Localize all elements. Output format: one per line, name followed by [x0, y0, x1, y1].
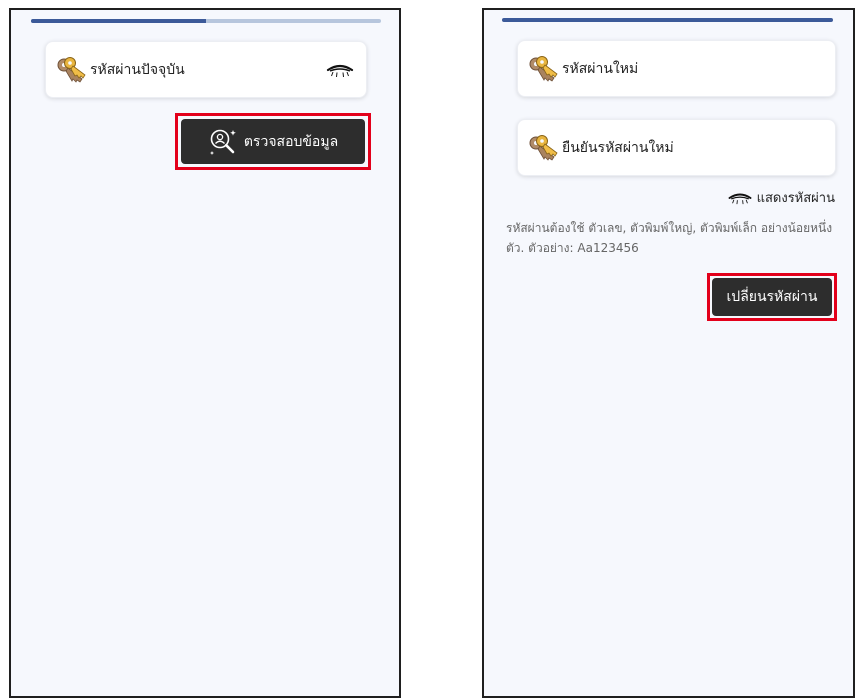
verify-button-label: ตรวจสอบข้อมูล [243, 133, 339, 150]
keys-icon [57, 56, 86, 82]
confirm-password-field[interactable]: ยืนยันรหัสผ่านใหม่ [517, 119, 836, 176]
keys-icon [529, 55, 558, 81]
closed-eye-icon [728, 193, 752, 205]
change-password-screen: รหัสผ่านใหม่ ยืนยันรหัสผ่านใหม่ แสดงรหัส… [482, 8, 855, 698]
verify-button[interactable]: ตรวจสอบข้อมูล [181, 119, 365, 164]
verify-screen: รหัสผ่านปัจจุบัน ตรวจสอบข้อมูล [9, 8, 401, 698]
new-password-label: รหัสผ่านใหม่ [562, 60, 639, 77]
current-password-field[interactable]: รหัสผ่านปัจจุบัน [45, 41, 367, 98]
step-progress-bar [502, 18, 833, 22]
password-requirements-hint: รหัสผ่านต้องใช้ ตัวเลข, ตัวพิมพ์ใหญ่, ตั… [506, 221, 833, 255]
closed-eye-icon[interactable] [326, 62, 354, 78]
confirm-password-label: ยืนยันรหัสผ่านใหม่ [562, 139, 674, 156]
user-search-icon [209, 129, 236, 155]
keys-icon [529, 134, 558, 160]
show-password-label: แสดงรหัสผ่าน [756, 191, 835, 206]
step-progress-fill [502, 18, 833, 22]
show-password-toggle[interactable]: แสดงรหัสผ่าน [727, 187, 835, 208]
change-password-button-label: เปลี่ยนรหัสผ่าน [726, 289, 818, 305]
new-password-field[interactable]: รหัสผ่านใหม่ [517, 40, 836, 97]
step-progress-fill [31, 19, 206, 23]
change-password-button[interactable]: เปลี่ยนรหัสผ่าน [712, 278, 832, 316]
current-password-label: รหัสผ่านปัจจุบัน [90, 61, 185, 78]
step-progress-bar [31, 19, 381, 23]
